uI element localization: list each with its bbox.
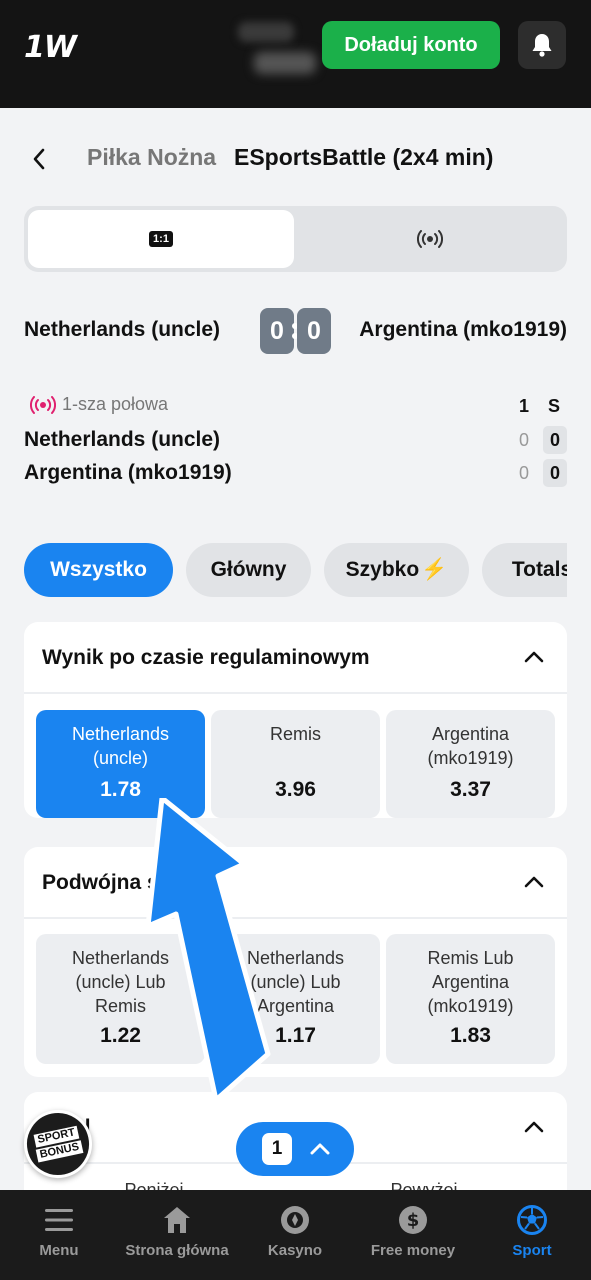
odd-label: Argentina (mko1919) — [427, 724, 514, 768]
market-title: Wynik po czasie regulaminowym — [42, 646, 370, 669]
tab-live-stream[interactable] — [297, 210, 563, 268]
dollar-icon: $ — [397, 1204, 429, 1236]
breadcrumb-sport[interactable]: Piłka Nożna — [87, 144, 216, 171]
scoreboard-icon: 1:1 — [149, 231, 173, 247]
nav-free-money[interactable]: $ Free money — [354, 1190, 472, 1280]
period-label: 1-sza połowa — [62, 394, 169, 414]
bell-icon — [532, 34, 552, 57]
top-bar: 1W Doładuj konto — [0, 0, 591, 108]
nav-home[interactable]: Strona główna — [118, 1190, 236, 1280]
betslip-button[interactable]: 1 — [236, 1122, 354, 1176]
market-card-double-chance: Podwójna szansa Netherlands (uncle) Lub … — [24, 847, 567, 1077]
back-button[interactable] — [24, 144, 54, 174]
stats-away-total: 0 — [543, 459, 567, 487]
filter-totals[interactable]: Totals — [482, 543, 567, 597]
filter-fast[interactable]: Szybko ⚡ — [324, 543, 469, 597]
stats-home-total: 0 — [543, 426, 567, 454]
broadcast-icon — [417, 230, 443, 248]
svg-text:$: $ — [407, 1210, 420, 1231]
betslip-count: 1 — [262, 1133, 292, 1165]
odd-label: Remis — [269, 724, 321, 744]
nav-label: Strona główna — [125, 1242, 229, 1259]
brand-logo[interactable]: 1W — [24, 30, 77, 65]
soccer-ball-icon — [516, 1204, 548, 1236]
nav-sport[interactable]: Sport — [473, 1190, 591, 1280]
tab-scoreboard[interactable]: 1:1 — [28, 210, 294, 268]
chevron-up-icon[interactable] — [523, 648, 545, 666]
casino-chip-icon — [279, 1204, 311, 1236]
lightning-icon: ⚡ — [421, 558, 448, 581]
stats-home-h1: 0 — [519, 430, 530, 450]
home-icon — [161, 1204, 193, 1236]
odd-draw-or-away[interactable]: Remis Lub Argentina (mko1919) 1.83 — [386, 934, 555, 1064]
col-header-s: S — [548, 396, 561, 416]
market-filters: Wszystko Główny Szybko ⚡ Totals — [24, 543, 567, 597]
nav-label: Free money — [370, 1242, 456, 1259]
live-icon — [30, 395, 56, 414]
top-up-button[interactable]: Doładuj konto — [322, 21, 500, 69]
view-toggle: 1:1 — [24, 206, 567, 272]
odd-label: Netherlands (uncle) — [71, 724, 170, 768]
odd-away-win[interactable]: Argentina (mko1919) 3.37 — [386, 710, 555, 818]
main-content: Piłka Nożna ESportsBattle (2x4 min) 1:1 … — [0, 108, 591, 1190]
filter-all[interactable]: Wszystko — [24, 543, 173, 597]
nav-label: Sport — [512, 1242, 552, 1259]
away-team-name: Argentina (mko1919) — [359, 318, 567, 341]
market-header[interactable]: Wynik po czasie regulaminowym — [24, 622, 567, 694]
chevron-up-icon[interactable] — [523, 873, 545, 891]
stats-home-team: Netherlands (uncle) — [24, 428, 221, 451]
period-status: 1-sza połowa — [30, 394, 168, 415]
nav-casino[interactable]: Kasyno — [236, 1190, 354, 1280]
chevron-left-icon — [33, 148, 45, 170]
market-header[interactable]: Podwójna szansa — [24, 847, 567, 919]
odd-label: Remis Lub Argentina (mko1919) — [427, 948, 514, 1016]
filter-fast-label: Szybko — [345, 558, 420, 581]
away-score: 0 — [297, 308, 331, 354]
chevron-up-icon — [310, 1143, 330, 1155]
odd-value: 1.83 — [450, 1024, 491, 1047]
stats-away-h1: 0 — [519, 463, 530, 483]
nav-menu[interactable]: Menu — [0, 1190, 118, 1280]
chevron-up-icon[interactable] — [523, 1118, 545, 1136]
home-score: 0 — [260, 308, 294, 354]
nav-label: Kasyno — [267, 1242, 323, 1259]
page-title: ESportsBattle (2x4 min) — [234, 144, 494, 170]
nav-label: Menu — [39, 1242, 79, 1259]
stats-away-team: Argentina (mko1919) — [24, 461, 232, 484]
bottom-nav: Menu Strona główna Kasyno $ Free money S… — [0, 1190, 591, 1280]
menu-icon — [43, 1204, 75, 1236]
filter-main[interactable]: Główny — [186, 543, 311, 597]
col-header-1: 1 — [519, 396, 530, 416]
notifications-button[interactable] — [518, 21, 566, 69]
blurred-balance — [232, 18, 322, 80]
market-card-result: Wynik po czasie regulaminowym Netherland… — [24, 622, 567, 818]
total-under-label: Poniżej — [124, 1180, 184, 1190]
pointer-arrow-icon — [145, 798, 271, 1103]
odd-value: 3.37 — [450, 778, 491, 801]
total-over-label: Powyżej — [390, 1180, 458, 1190]
home-team-name: Netherlands (uncle) — [24, 318, 221, 341]
